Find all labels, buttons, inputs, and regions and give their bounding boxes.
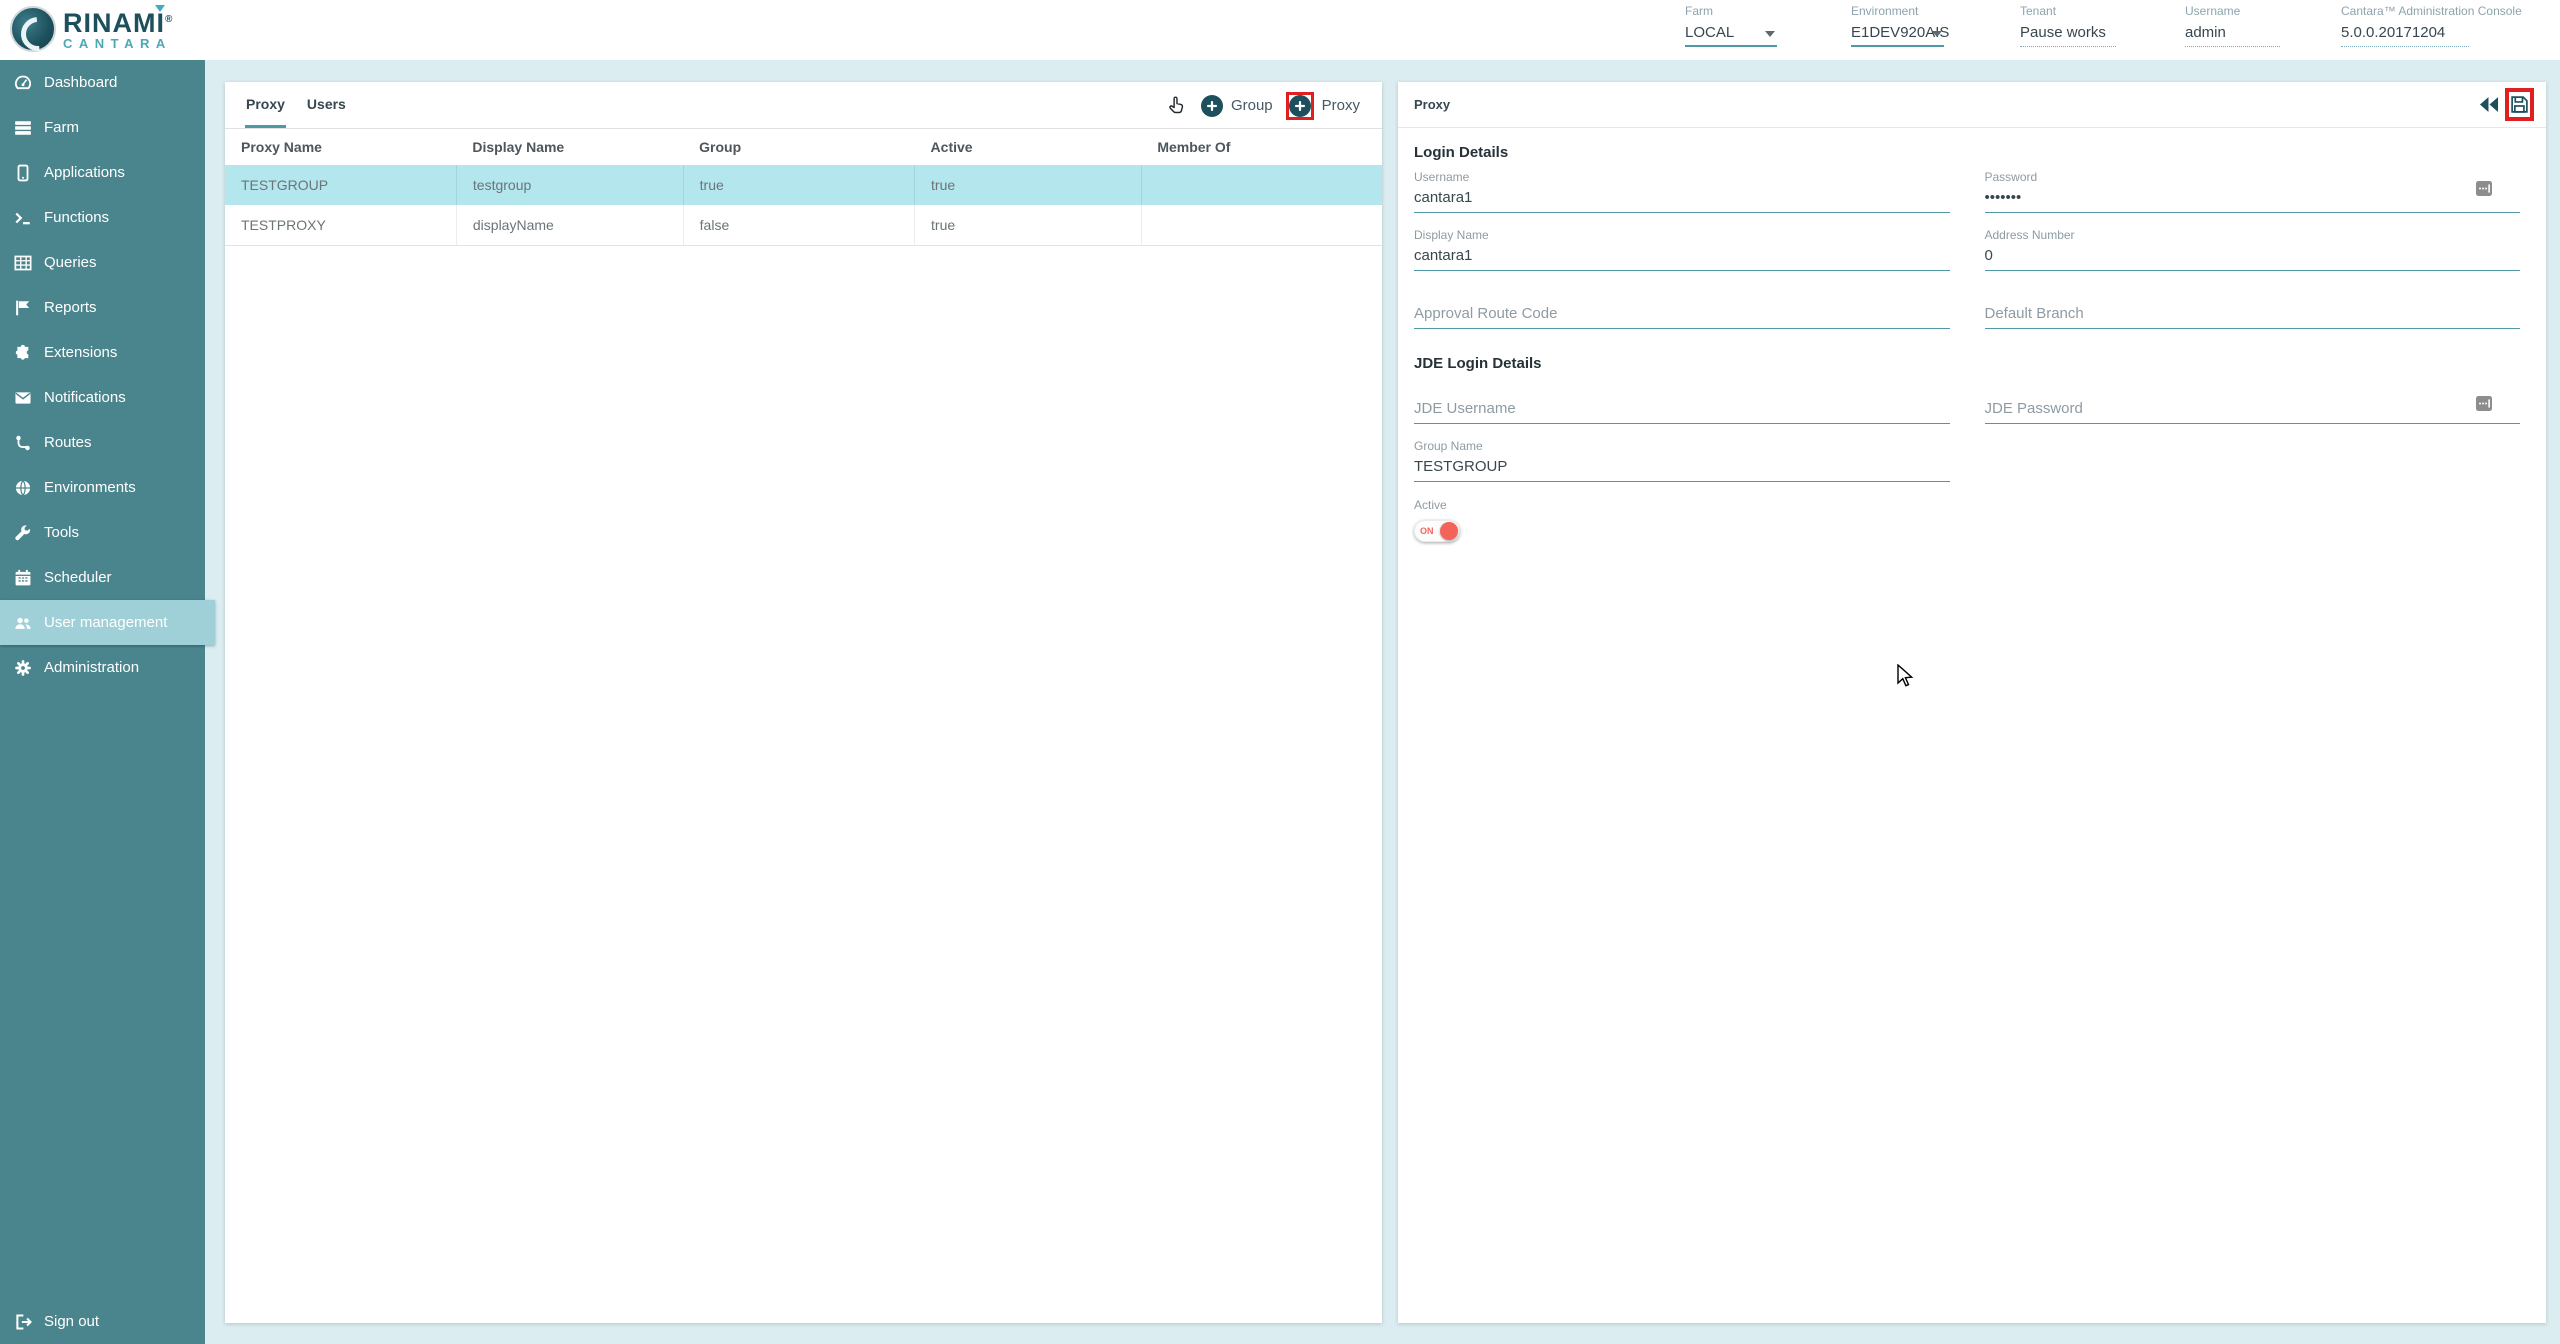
sidebar-item-reports[interactable]: Reports bbox=[0, 285, 205, 330]
sidebar-item-dashboard[interactable]: Dashboard bbox=[0, 60, 205, 105]
active-label: Active bbox=[1414, 498, 2520, 515]
proxy-detail-panel: Proxy Login Details Username cantara1 Pa… bbox=[1398, 82, 2546, 1323]
proxy-form: Login Details Username cantara1 Password… bbox=[1398, 144, 2546, 542]
login-details-title: Login Details bbox=[1414, 144, 2520, 161]
username-label: Username bbox=[2185, 4, 2280, 20]
dropdown-arrow-icon bbox=[1932, 31, 1942, 37]
globe-icon bbox=[13, 479, 33, 497]
gear-icon bbox=[13, 659, 33, 677]
jde-password-input[interactable]: JDE Password bbox=[1985, 380, 2521, 424]
table-row-testproxy[interactable]: TESTPROXY displayName false true bbox=[225, 205, 1382, 245]
environment-label: Environment bbox=[1851, 4, 1944, 20]
dropdown-arrow-icon bbox=[1765, 31, 1775, 37]
rewind-icon bbox=[2478, 96, 2500, 113]
column-header-group: Group bbox=[683, 129, 914, 165]
active-toggle-block: Active ON bbox=[1414, 498, 2520, 542]
add-group-button[interactable]: Group bbox=[1201, 95, 1273, 117]
plus-icon bbox=[1289, 95, 1311, 117]
select-hand-button[interactable] bbox=[1165, 94, 1188, 117]
sidebar-item-user-management[interactable]: User management bbox=[0, 600, 215, 645]
sidebar-item-administration[interactable]: Administration bbox=[0, 645, 205, 690]
annotation-box-add-proxy bbox=[1286, 92, 1314, 120]
annotation-box-save bbox=[2505, 88, 2534, 121]
save-button[interactable] bbox=[2510, 95, 2529, 114]
column-header-member-of: Member Of bbox=[1141, 129, 1382, 165]
route-icon bbox=[13, 434, 33, 452]
tab-users[interactable]: Users bbox=[306, 82, 347, 128]
plus-icon bbox=[1201, 95, 1223, 117]
server-icon bbox=[13, 119, 33, 137]
hand-pointer-icon bbox=[1165, 94, 1188, 117]
tenant-label: Tenant bbox=[2020, 4, 2116, 20]
display-name-input[interactable]: Display Name cantara1 bbox=[1414, 227, 1950, 271]
active-toggle[interactable]: ON bbox=[1414, 520, 1460, 542]
sidebar-item-routes[interactable]: Routes bbox=[0, 420, 205, 465]
table-icon bbox=[13, 254, 33, 272]
sign-out-button[interactable]: Sign out bbox=[0, 1299, 205, 1344]
column-header-active: Active bbox=[915, 129, 1142, 165]
toggle-knob-icon bbox=[1440, 522, 1458, 540]
approval-route-code-input[interactable]: Approval Route Code bbox=[1414, 285, 1950, 329]
console-label: Cantara™ Administration Console bbox=[2341, 4, 2469, 20]
puzzle-icon bbox=[13, 344, 33, 362]
envelope-icon bbox=[13, 389, 33, 407]
group-name-input[interactable]: Group Name TESTGROUP bbox=[1414, 438, 1950, 482]
sidebar-item-environments[interactable]: Environments bbox=[0, 465, 205, 510]
collapse-panel-button[interactable] bbox=[2478, 96, 2500, 113]
address-number-input[interactable]: Address Number 0 bbox=[1985, 227, 2521, 271]
device-icon bbox=[13, 164, 33, 182]
toggle-on-label: ON bbox=[1420, 526, 1434, 536]
column-header-display-name: Display Name bbox=[456, 129, 683, 165]
environment-fields: Farm LOCAL Environment E1DEV920AIS Tenan… bbox=[0, 4, 2560, 56]
keyboard-icon[interactable] bbox=[2476, 181, 2492, 201]
list-tabs: Proxy Users bbox=[245, 82, 367, 128]
default-branch-input[interactable]: Default Branch bbox=[1985, 285, 2521, 329]
top-bar: RINAMI® CANTARA Farm LOCAL Environment E… bbox=[0, 0, 2560, 60]
jde-username-input[interactable]: JDE Username bbox=[1414, 380, 1950, 424]
wrench-icon bbox=[13, 524, 33, 542]
calendar-icon bbox=[13, 569, 33, 587]
sidebar-item-scheduler[interactable]: Scheduler bbox=[0, 555, 205, 600]
terminal-icon bbox=[13, 209, 33, 227]
console-version-field: Cantara™ Administration Console 5.0.0.20… bbox=[2341, 4, 2469, 47]
username-field[interactable]: Username admin bbox=[2185, 4, 2280, 47]
column-header-proxy-name: Proxy Name bbox=[225, 129, 456, 165]
sign-out-icon bbox=[13, 1313, 33, 1331]
list-toolbar: Proxy Users Group Proxy bbox=[225, 82, 1382, 129]
tenant-value: Pause works bbox=[2020, 20, 2116, 43]
sidebar-item-functions[interactable]: Functions bbox=[0, 195, 205, 240]
password-input[interactable]: Password ••••••• bbox=[1985, 169, 2521, 213]
proxy-list-panel: Proxy Users Group Proxy Proxy Name Displ… bbox=[225, 82, 1382, 1323]
console-version-value: 5.0.0.20171204 bbox=[2341, 20, 2469, 43]
mouse-cursor-icon bbox=[1896, 664, 1918, 690]
detail-header: Proxy bbox=[1398, 82, 2546, 128]
sidebar-item-notifications[interactable]: Notifications bbox=[0, 375, 205, 420]
sidebar: Dashboard Farm Applications Functions Qu… bbox=[0, 60, 205, 1344]
add-proxy-button[interactable]: Proxy bbox=[1286, 92, 1360, 120]
sidebar-item-applications[interactable]: Applications bbox=[0, 150, 205, 195]
table-header-row: Proxy Name Display Name Group Active Mem… bbox=[225, 129, 1382, 165]
save-floppy-icon bbox=[2510, 95, 2529, 114]
environment-select[interactable]: Environment E1DEV920AIS bbox=[1851, 4, 1944, 47]
people-icon bbox=[13, 614, 33, 632]
sidebar-item-extensions[interactable]: Extensions bbox=[0, 330, 205, 375]
farm-select[interactable]: Farm LOCAL bbox=[1685, 4, 1777, 47]
farm-value: LOCAL bbox=[1685, 20, 1777, 43]
environment-value: E1DEV920AIS bbox=[1851, 20, 1944, 43]
farm-label: Farm bbox=[1685, 4, 1777, 20]
sidebar-item-farm[interactable]: Farm bbox=[0, 105, 205, 150]
sidebar-item-queries[interactable]: Queries bbox=[0, 240, 205, 285]
tab-proxy[interactable]: Proxy bbox=[245, 82, 286, 128]
proxy-table: Proxy Name Display Name Group Active Mem… bbox=[225, 129, 1382, 246]
username-value: admin bbox=[2185, 20, 2280, 43]
table-row-testgroup[interactable]: TESTGROUP testgroup true true bbox=[225, 165, 1382, 205]
username-input[interactable]: Username cantara1 bbox=[1414, 169, 1950, 213]
sidebar-item-tools[interactable]: Tools bbox=[0, 510, 205, 555]
flag-icon bbox=[13, 299, 33, 317]
detail-title: Proxy bbox=[1414, 97, 2478, 112]
tenant-field[interactable]: Tenant Pause works bbox=[2020, 4, 2116, 47]
keyboard-icon[interactable] bbox=[2476, 396, 2492, 416]
jde-login-details-title: JDE Login Details bbox=[1414, 355, 2520, 372]
dashboard-icon bbox=[13, 74, 33, 92]
